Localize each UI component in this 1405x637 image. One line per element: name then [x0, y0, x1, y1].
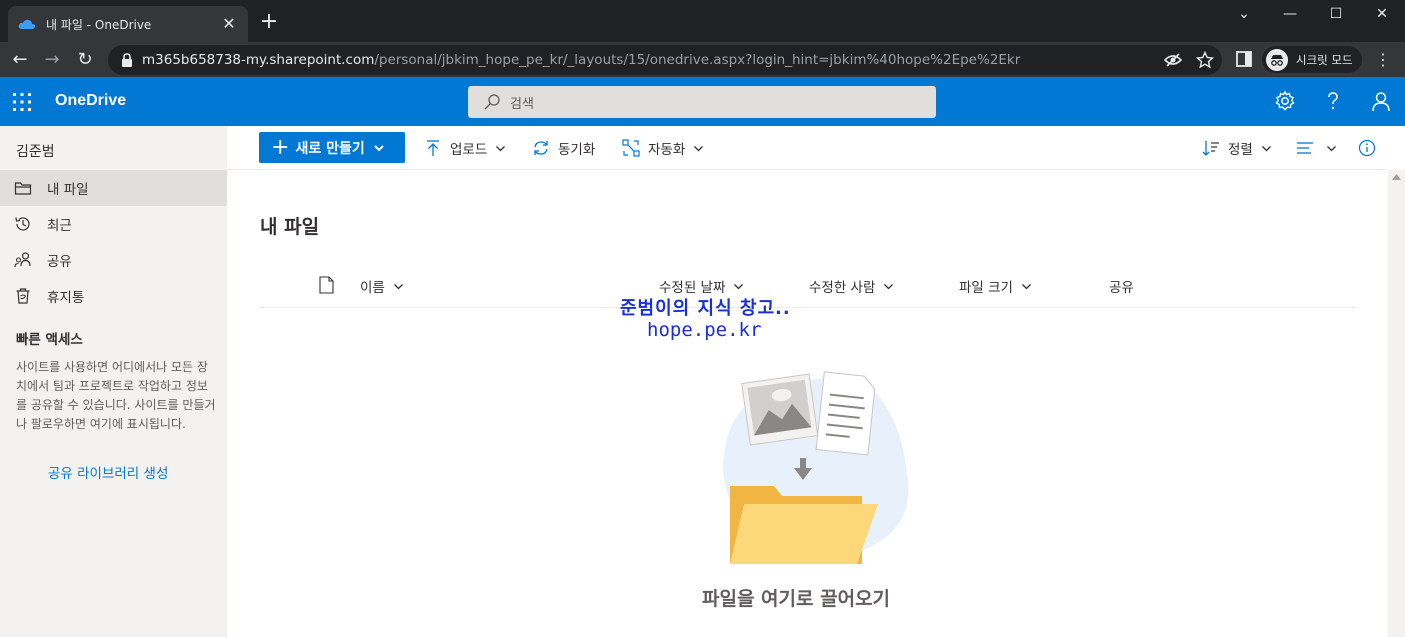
column-modified[interactable]: 수정된 날짜 — [659, 276, 744, 296]
app-launcher-icon[interactable] — [13, 93, 31, 111]
address-bar[interactable]: m365b658738-my.sharepoint.com/personal/j… — [108, 45, 1222, 75]
back-button[interactable]: ← — [8, 48, 32, 72]
chevron-down-icon — [694, 145, 704, 151]
nav-label-recent: 최근 — [47, 218, 72, 234]
new-tab-button[interactable]: + — [258, 11, 280, 33]
reload-button[interactable]: ↻ — [73, 48, 97, 72]
watermark-line-1: 준범이의 지식 창고.. — [620, 298, 791, 319]
upload-button[interactable]: 업로드 — [424, 136, 506, 160]
account-icon[interactable] — [1370, 90, 1392, 112]
left-navigation: 김준범 내 파일 최근 공유 휴지통 빠른 액세스 사이트를 사용하면 어디에서… — [0, 126, 227, 637]
nav-label-my-files: 내 파일 — [47, 182, 89, 198]
create-shared-library-link[interactable]: 공유 라이브러리 생성 — [48, 462, 168, 482]
plus-icon: + — [271, 134, 290, 160]
vertical-scrollbar[interactable] — [1388, 170, 1405, 637]
file-type-icon[interactable] — [319, 276, 334, 294]
gear-icon[interactable] — [1274, 90, 1296, 112]
help-icon[interactable] — [1322, 90, 1344, 112]
column-file-size[interactable]: 파일 크기 — [959, 276, 1032, 296]
nav-item-recent[interactable]: 최근 — [0, 206, 227, 242]
column-sharing-label: 공유 — [1109, 280, 1134, 296]
chevron-down-icon — [1022, 283, 1031, 289]
minimize-button[interactable]: — — [1267, 4, 1313, 24]
tab-close-icon[interactable]: ✕ — [220, 15, 238, 33]
browser-toolbar: ← → ↻ m365b658738-my.sharepoint.com/pers… — [0, 42, 1405, 77]
sync-button[interactable]: 동기화 — [532, 136, 595, 160]
search-icon — [484, 94, 500, 110]
lock-icon — [122, 53, 132, 67]
chevron-down-icon — [496, 145, 506, 151]
automate-button[interactable]: 자동화 — [622, 136, 704, 160]
column-modified-label: 수정된 날짜 — [659, 280, 726, 296]
history-icon — [15, 217, 30, 231]
nav-item-recycle-bin[interactable]: 휴지통 — [0, 278, 227, 314]
sync-icon — [534, 141, 548, 155]
search-placeholder: 검색 — [510, 96, 534, 112]
recycle-bin-icon — [16, 288, 30, 304]
quick-access-title: 빠른 액세스 — [16, 332, 83, 348]
new-button-label: 새로 만들기 — [295, 140, 365, 157]
new-button[interactable]: + 새로 만들기 — [259, 132, 405, 163]
incognito-badge[interactable]: 시크릿 모드 — [1262, 46, 1362, 73]
side-panel-icon[interactable] — [1235, 50, 1253, 68]
watermark-line-2: hope.pe.kr — [647, 319, 762, 341]
empty-folder-illustration — [723, 371, 909, 564]
flow-icon — [622, 139, 640, 157]
search-input[interactable]: 검색 — [468, 86, 936, 118]
url-text: m365b658738-my.sharepoint.com/personal/j… — [142, 52, 1021, 68]
column-modified-by[interactable]: 수정한 사람 — [809, 276, 894, 296]
star-icon[interactable] — [1196, 51, 1214, 69]
chevron-down-icon — [1327, 145, 1336, 151]
column-name[interactable]: 이름 — [360, 276, 404, 296]
upload-icon — [427, 140, 439, 156]
chevron-down-icon — [734, 283, 744, 289]
maximize-button[interactable]: ☐ — [1313, 4, 1359, 24]
close-window-button[interactable]: ✕ — [1359, 4, 1405, 24]
info-icon[interactable] — [1358, 139, 1376, 157]
tab-title: 내 파일 - OneDrive — [46, 17, 152, 32]
folder-icon — [14, 182, 32, 195]
onedrive-cloud-icon — [18, 19, 36, 29]
command-bar: + 새로 만들기 업로드 동기화 자동화 정렬 — [227, 126, 1387, 170]
incognito-icon — [1266, 48, 1288, 71]
incognito-label: 시크릿 모드 — [1296, 52, 1353, 67]
automate-label: 자동화 — [648, 142, 686, 158]
chevron-down-icon — [374, 144, 384, 151]
tracking-eye-off-icon[interactable] — [1164, 51, 1182, 69]
forward-button[interactable]: → — [40, 48, 64, 72]
sort-icon — [1202, 141, 1219, 156]
sync-label: 동기화 — [558, 142, 596, 158]
sort-label: 정렬 — [1228, 142, 1253, 158]
column-file-size-label: 파일 크기 — [959, 280, 1013, 296]
people-icon — [14, 252, 31, 268]
empty-state-text: 파일을 여기로 끌어오기 — [702, 588, 891, 610]
chevron-down-icon — [884, 283, 894, 289]
view-options-button[interactable] — [1296, 136, 1337, 160]
scroll-up-icon[interactable] — [1392, 174, 1401, 180]
browser-tabstrip: 내 파일 - OneDrive ✕ + ⌄ — ☐ ✕ — [0, 0, 1405, 42]
upload-label: 업로드 — [450, 142, 488, 158]
column-modified-by-label: 수정한 사람 — [809, 280, 876, 296]
list-view-icon — [1297, 142, 1313, 154]
browser-tab[interactable]: 내 파일 - OneDrive ✕ — [8, 6, 248, 42]
brand-name[interactable]: OneDrive — [55, 92, 126, 110]
chevron-down-icon — [1261, 145, 1271, 151]
user-name: 김준범 — [16, 144, 55, 160]
nav-label-shared: 공유 — [47, 254, 72, 270]
column-name-label: 이름 — [360, 280, 385, 296]
onedrive-header: OneDrive 검색 — [0, 77, 1405, 126]
nav-label-recycle-bin: 휴지통 — [47, 290, 85, 306]
column-sharing[interactable]: 공유 — [1109, 276, 1134, 296]
chevron-down-icon — [393, 283, 403, 289]
sort-button[interactable]: 정렬 — [1202, 136, 1272, 160]
page-title: 내 파일 — [260, 216, 320, 238]
browser-menu-icon[interactable]: ⋮ — [1374, 50, 1392, 70]
nav-item-my-files[interactable]: 내 파일 — [0, 170, 227, 206]
quick-access-description: 사이트를 사용하면 어디에서나 모든 장치에서 팀과 프로젝트로 작업하고 정보… — [16, 360, 216, 431]
main-content: + 새로 만들기 업로드 동기화 자동화 정렬 내 파일 이름 수정된 날짜 수… — [227, 126, 1405, 637]
column-header-row: 이름 수정된 날짜 수정한 사람 파일 크기 공유 — [259, 266, 1356, 308]
tab-search-icon[interactable]: ⌄ — [1221, 4, 1267, 24]
nav-item-shared[interactable]: 공유 — [0, 242, 227, 278]
